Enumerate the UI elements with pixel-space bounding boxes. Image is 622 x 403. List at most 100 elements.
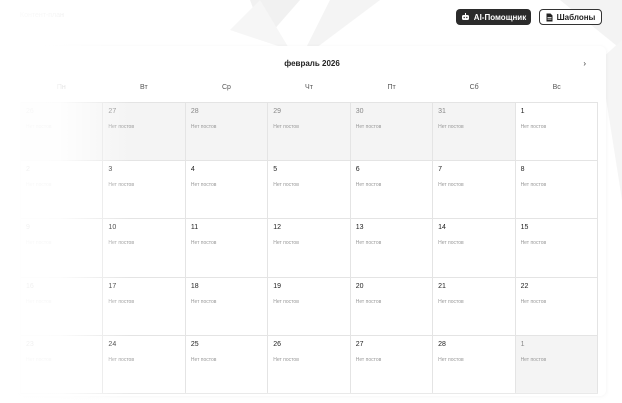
day-cell[interactable]: 21 Нет постов [433,277,516,336]
ai-assistant-label: AI-Помощник [473,12,527,22]
day-cell[interactable]: 16 Нет постов [21,277,104,336]
no-posts-label: Нет постов [520,240,547,247]
day-cell[interactable]: 13 Нет постов [350,219,434,278]
no-posts-label: Нет постов [438,298,464,305]
day-number: 7 [438,166,443,174]
day-number: 21 [438,282,446,290]
day-cell[interactable]: 3 Нет постов [103,161,186,220]
no-posts-label: Нет постов [108,240,134,247]
no-posts-label: Нет постов [438,240,464,247]
day-cell[interactable]: 30 Нет постов [350,103,434,162]
day-cell[interactable]: 8 Нет постов [515,161,598,220]
day-cell[interactable]: 27 Нет постов [350,335,434,394]
no-posts-label: Нет постов [190,298,217,305]
weekday-wed: Ср [221,84,231,91]
no-posts-label: Нет постов [438,124,464,130]
robot-icon [461,13,470,21]
no-posts-label: Нет постов [438,356,464,363]
day-cell[interactable]: 15 Нет постов [515,219,598,278]
no-posts-label: Нет постов [438,182,464,189]
no-posts-label: Нет постов [355,124,382,130]
weekday-fri: Пт [387,84,396,91]
day-number: 29 [273,108,282,115]
no-posts-label: Нет постов [273,124,299,130]
no-posts-label: Нет постов [26,240,52,247]
no-posts-label: Нет постов [190,356,217,363]
no-posts-label: Нет постов [190,240,217,247]
day-cell[interactable]: 5 Нет постов [268,161,351,220]
no-posts-label: Нет постов [108,356,134,363]
day-number: 28 [190,108,199,115]
day-number: 12 [273,224,282,232]
no-posts-label: Нет постов [273,356,299,363]
day-cell[interactable]: 1 Нет постов [515,335,598,394]
day-cell[interactable]: 6 Нет постов [350,161,434,220]
day-number: 26 [26,108,34,115]
no-posts-label: Нет постов [26,124,52,130]
no-posts-label: Нет постов [355,298,382,305]
day-number: 10 [108,224,117,232]
no-posts-label: Нет постов [108,182,134,189]
day-number: 15 [520,224,529,232]
day-cell[interactable]: 26 Нет постов [268,335,351,394]
day-cell[interactable]: 11 Нет постов [185,219,269,278]
day-cell[interactable]: 10 Нет постов [103,219,186,278]
day-cell[interactable]: 22 Нет постов [515,277,598,336]
day-cell[interactable]: 20 Нет постов [350,277,434,336]
no-posts-label: Нет постов [520,182,547,189]
day-number: 3 [108,166,113,174]
day-number: 27 [355,340,364,348]
chevron-right-icon[interactable]: › [583,59,586,68]
day-number: 8 [520,166,525,174]
day-cell[interactable]: 31 Нет постов [433,103,516,162]
day-cell[interactable]: 17 Нет постов [103,277,186,336]
day-cell[interactable]: 23 Нет постов [21,335,104,394]
day-cell[interactable]: 27 Нет постов [103,103,186,162]
no-posts-label: Нет постов [520,298,547,305]
no-posts-label: Нет постов [273,298,299,305]
day-cell[interactable]: 25 Нет постов [185,335,269,394]
day-number: 17 [108,282,117,290]
day-number: 18 [190,282,199,290]
no-posts-label: Нет постов [190,124,217,130]
day-number: 4 [190,166,195,174]
calendar-panel: февраль 2026 › Пн Вт Ср Чт Пт Сб Вс 26 Не… [18,46,606,396]
day-cell[interactable]: 7 Нет постов [433,161,516,220]
day-cell[interactable]: 2 Нет постов [21,161,104,220]
day-cell[interactable]: 24 Нет постов [103,335,186,394]
no-posts-label: Нет постов [190,182,217,189]
day-number: 24 [108,340,117,348]
day-cell[interactable]: 28 Нет постов [433,335,516,394]
day-cell[interactable]: 4 Нет постов [185,161,269,220]
day-number: 16 [26,282,34,290]
no-posts-label: Нет постов [520,356,547,363]
top-bar: Контент-план AI-Помощник Шаблоны [0,0,622,34]
breadcrumb[interactable]: Контент-план [20,12,64,19]
weekday-mon: Пн [56,84,66,91]
day-number: 22 [520,282,529,290]
day-cell[interactable]: 29 Нет постов [268,103,351,162]
day-cell[interactable]: 28 Нет постов [185,103,269,162]
no-posts-label: Нет постов [108,298,134,305]
month-title: февраль 2026 [284,59,340,68]
day-cell[interactable]: 1 Нет постов [515,103,598,162]
no-posts-label: Нет постов [355,240,382,247]
no-posts-label: Нет постов [355,356,382,363]
day-cell[interactable]: 26 Нет постов [21,103,104,162]
no-posts-label: Нет постов [273,240,299,247]
day-number: 11 [190,224,199,232]
templates-button[interactable]: Шаблоны [539,9,602,25]
weekday-header: Пн Вт Ср Чт Пт Сб Вс [20,84,598,98]
day-number: 19 [273,282,282,290]
ai-assistant-button[interactable]: AI-Помощник [456,9,531,25]
day-number: 20 [355,282,364,290]
calendar-grid: 26 Нет постов 27 Нет постов 28 Нет постов 29 Не… [20,102,598,394]
day-cell[interactable]: 12 Нет постов [268,219,351,278]
day-cell[interactable]: 9 Нет постов [21,219,104,278]
day-cell[interactable]: 14 Нет постов [433,219,516,278]
day-number: 27 [108,108,117,115]
day-number: 2 [26,166,30,174]
day-cell[interactable]: 18 Нет постов [185,277,269,336]
day-cell[interactable]: 19 Нет постов [268,277,351,336]
day-number: 6 [355,166,360,174]
